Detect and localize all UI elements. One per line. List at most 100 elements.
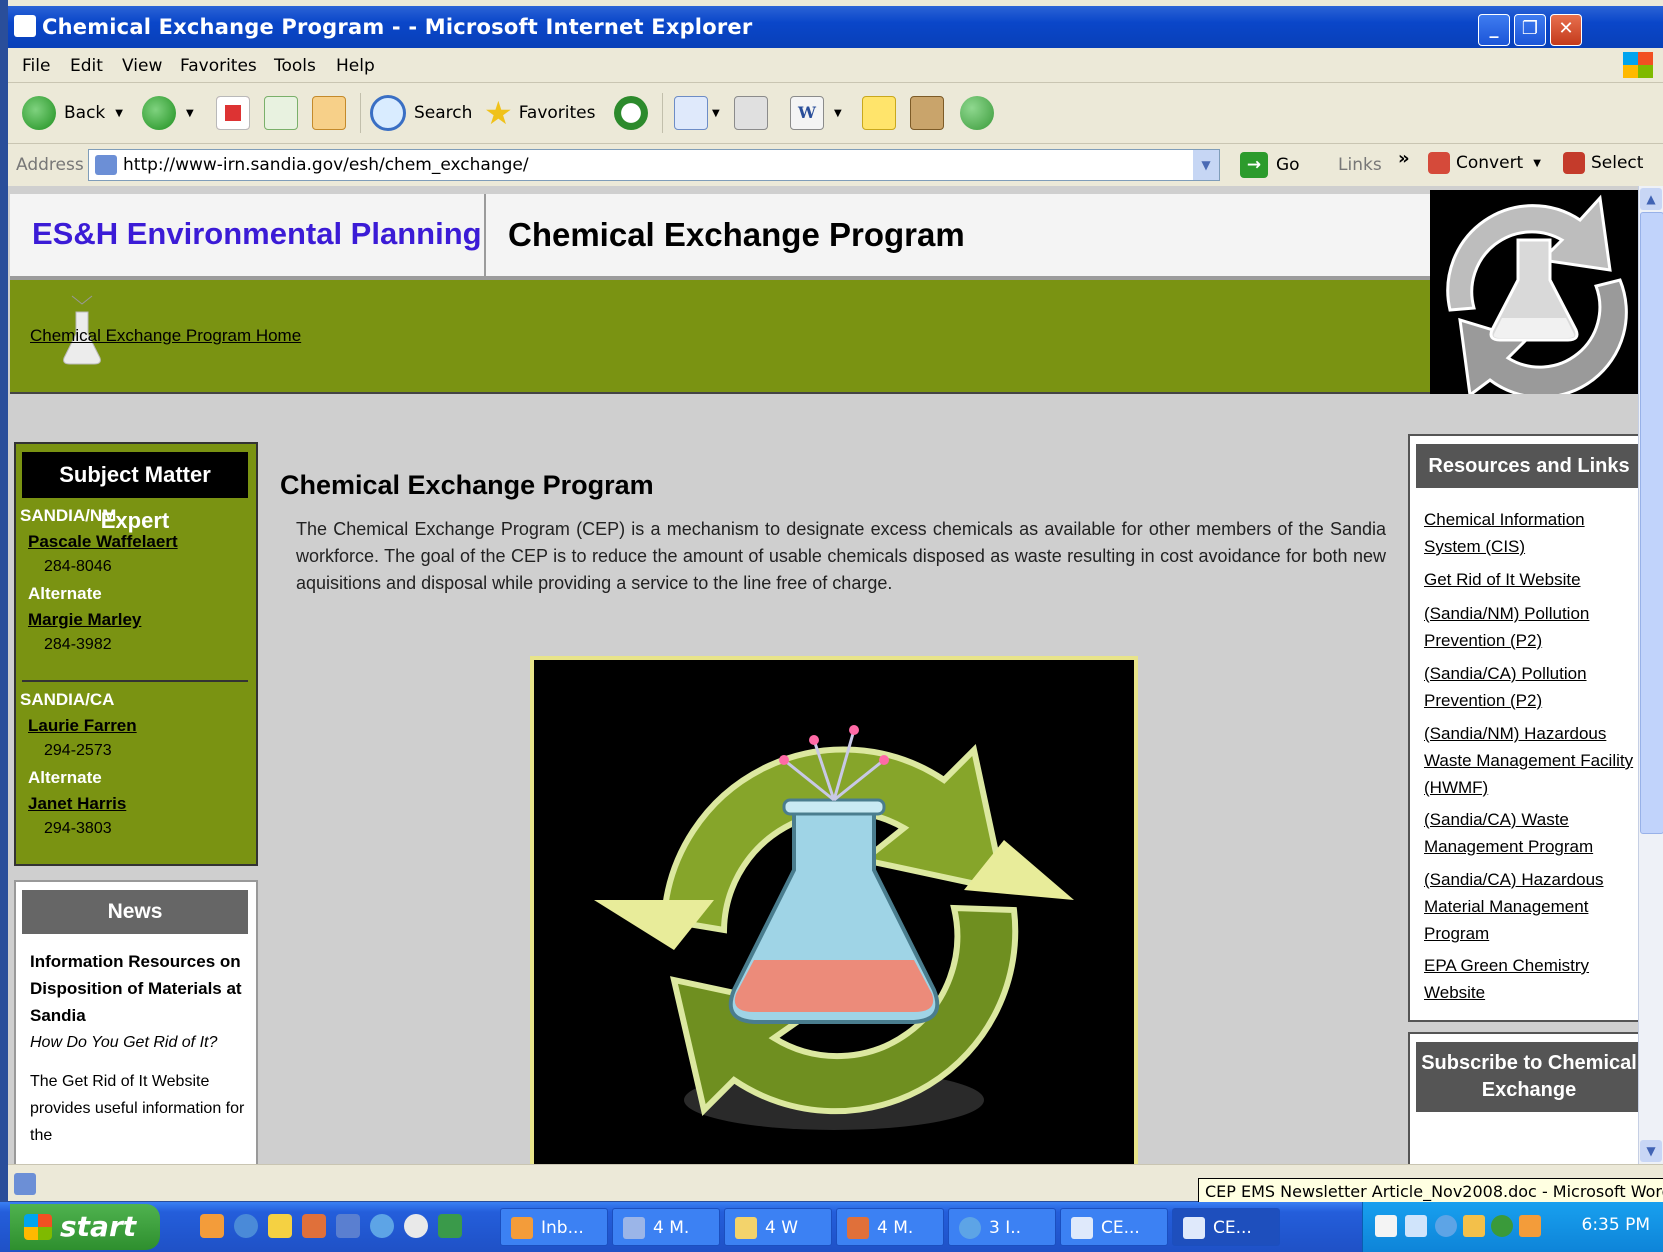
sme-nm-primary-phone: 284-8046 bbox=[44, 558, 112, 575]
sme-panel: Subject Matter Expert SANDIA/NM Pascale … bbox=[14, 442, 258, 866]
favorites-button[interactable]: ★ Favorites bbox=[484, 94, 596, 132]
taskbar-button-group-2[interactable]: 4 W bbox=[724, 1208, 832, 1246]
network-tray-icon[interactable] bbox=[1405, 1215, 1427, 1237]
search-button[interactable]: Search bbox=[370, 95, 472, 131]
intro-paragraph: The Chemical Exchange Program (CEP) is a… bbox=[296, 519, 1386, 593]
taskbar-button-ie-group[interactable]: 3 I.. bbox=[948, 1208, 1056, 1246]
ie-quicklaunch-icon[interactable] bbox=[234, 1214, 258, 1238]
mail-button[interactable]: ▼ bbox=[674, 95, 720, 131]
address-url[interactable]: http://www-irn.sandia.gov/esh/chem_excha… bbox=[123, 155, 529, 175]
menu-edit[interactable]: Edit bbox=[70, 56, 103, 76]
stop-button[interactable] bbox=[216, 95, 250, 131]
research-button[interactable] bbox=[910, 95, 944, 131]
print-icon bbox=[734, 96, 768, 130]
links-label[interactable]: Links bbox=[1338, 155, 1382, 175]
history-icon bbox=[614, 96, 648, 130]
discuss-button[interactable] bbox=[862, 95, 896, 131]
resource-link-ca-waste[interactable]: (Sandia/CA) Waste Management Program bbox=[1424, 806, 1634, 860]
menu-view[interactable]: View bbox=[122, 56, 162, 76]
vertical-scrollbar[interactable]: ▲ ▼ bbox=[1638, 186, 1663, 1164]
messenger-button[interactable] bbox=[960, 95, 994, 131]
select-button[interactable]: Select bbox=[1563, 152, 1643, 174]
ie-page-icon bbox=[14, 15, 36, 37]
calendar-quicklaunch-icon[interactable] bbox=[302, 1214, 326, 1238]
home-button[interactable] bbox=[312, 95, 346, 131]
sme-ca-alt-phone: 294-3803 bbox=[44, 820, 112, 837]
resource-link-nm-p2[interactable]: (Sandia/NM) Pollution Prevention (P2) bbox=[1424, 600, 1634, 654]
edit-word-button[interactable]: W ▼ bbox=[790, 95, 842, 131]
pdf-convert-icon bbox=[1428, 152, 1450, 174]
system-tray: 6:35 PM bbox=[1362, 1202, 1663, 1252]
subscribe-heading[interactable]: Subscribe to Chemical Exchange bbox=[1416, 1042, 1638, 1112]
select-label: Select bbox=[1591, 153, 1644, 173]
scroll-down-icon[interactable]: ▼ bbox=[1640, 1140, 1662, 1162]
mail-dropdown-icon[interactable]: ▼ bbox=[712, 108, 720, 119]
taskbar-button-ce-word[interactable]: CE... bbox=[1172, 1208, 1280, 1246]
lock-quicklaunch-icon[interactable] bbox=[268, 1214, 292, 1238]
home-icon bbox=[312, 96, 346, 130]
sme-nm-primary-link[interactable]: Pascale Waffelaert bbox=[28, 532, 178, 552]
security-tray-icon[interactable] bbox=[1463, 1215, 1485, 1237]
resource-link-ca-p2[interactable]: (Sandia/CA) Pollution Prevention (P2) bbox=[1424, 660, 1634, 714]
taskbar-button-inbox[interactable]: Inb... bbox=[500, 1208, 608, 1246]
menu-file[interactable]: File bbox=[22, 56, 50, 76]
clock[interactable]: 6:35 PM bbox=[1582, 1215, 1651, 1235]
restore-button[interactable]: ❐ bbox=[1514, 14, 1546, 46]
standard-toolbar: Back ▼ ▼ Search ★ Favorites ▼ W ▼ bbox=[8, 83, 1663, 144]
messenger-tray-icon[interactable] bbox=[1491, 1215, 1513, 1237]
help-tray-icon[interactable] bbox=[1375, 1215, 1397, 1237]
document-icon bbox=[1071, 1217, 1093, 1239]
sme-nm-alt-phone: 284-3982 bbox=[44, 636, 112, 653]
menu-help[interactable]: Help bbox=[336, 56, 375, 76]
outlook-tray-icon[interactable] bbox=[1519, 1215, 1541, 1237]
forward-button[interactable]: ▼ bbox=[142, 95, 194, 131]
taskbar-button-group-1[interactable]: 4 M. bbox=[612, 1208, 720, 1246]
close-button[interactable]: ✕ bbox=[1550, 14, 1582, 46]
resource-link-nm-hwmf[interactable]: (Sandia/NM) Hazardous Waste Management F… bbox=[1424, 720, 1634, 801]
messenger-icon bbox=[960, 96, 994, 130]
back-dropdown-icon[interactable]: ▼ bbox=[115, 108, 123, 119]
start-button[interactable]: start bbox=[10, 1204, 160, 1250]
resource-link-ca-hazmat[interactable]: (Sandia/CA) Hazardous Material Managemen… bbox=[1424, 866, 1634, 947]
tray-expand-icon[interactable] bbox=[1435, 1215, 1457, 1237]
sme-ca-primary-link[interactable]: Laurie Farren bbox=[28, 716, 137, 736]
convert-dropdown-icon[interactable]: ▼ bbox=[1533, 158, 1541, 169]
links-chevron-icon[interactable]: » bbox=[1398, 148, 1410, 169]
convert-button[interactable]: Convert ▼ bbox=[1428, 152, 1541, 174]
resource-link-get-rid-of-it[interactable]: Get Rid of It Website bbox=[1424, 566, 1634, 593]
menu-tools[interactable]: Tools bbox=[274, 56, 316, 76]
go-button[interactable]: → Go bbox=[1240, 152, 1300, 178]
scroll-up-icon[interactable]: ▲ bbox=[1640, 188, 1662, 210]
taskbar-button-label: CE... bbox=[1213, 1218, 1252, 1238]
minimize-button[interactable]: _ bbox=[1478, 14, 1510, 46]
sme-ca-alt-label: Alternate bbox=[28, 768, 102, 787]
history-button[interactable] bbox=[614, 95, 648, 131]
sme-nm-alt-link[interactable]: Margie Marley bbox=[28, 610, 141, 630]
address-dropdown-icon[interactable]: ▼ bbox=[1193, 150, 1219, 180]
news-question: How Do You Get Rid of It? bbox=[30, 1034, 218, 1051]
sme-ca-alt-link[interactable]: Janet Harris bbox=[28, 794, 126, 814]
title-bar[interactable]: Chemical Exchange Program - - Microsoft … bbox=[8, 6, 1663, 48]
taskbar-button-group-3[interactable]: 4 M. bbox=[836, 1208, 944, 1246]
forward-dropdown-icon[interactable]: ▼ bbox=[186, 108, 194, 119]
taskbar-button-ce-1[interactable]: CE... bbox=[1060, 1208, 1168, 1246]
media-quicklaunch-icon[interactable] bbox=[404, 1214, 428, 1238]
favorites-label: Favorites bbox=[518, 103, 596, 123]
news-title: Information Resources on Disposition of … bbox=[30, 952, 242, 1025]
home-link[interactable]: Chemical Exchange Program Home bbox=[30, 326, 301, 346]
resource-link-cis[interactable]: Chemical Information System (CIS) bbox=[1424, 506, 1634, 560]
edit-dropdown-icon[interactable]: ▼ bbox=[834, 108, 842, 119]
outlook-quicklaunch-icon[interactable] bbox=[200, 1214, 224, 1238]
menu-favorites[interactable]: Favorites bbox=[180, 56, 257, 76]
scroll-thumb[interactable] bbox=[1640, 212, 1663, 834]
address-bar: Address http://www-irn.sandia.gov/esh/ch… bbox=[8, 144, 1663, 187]
excel-quicklaunch-icon[interactable] bbox=[438, 1214, 462, 1238]
back-button[interactable]: Back ▼ bbox=[22, 95, 123, 131]
outlook-message-icon bbox=[847, 1217, 869, 1239]
print-button[interactable] bbox=[734, 95, 768, 131]
refresh-button[interactable] bbox=[264, 95, 298, 131]
word-quicklaunch-icon[interactable] bbox=[336, 1214, 360, 1238]
resource-link-epa-green[interactable]: EPA Green Chemistry Website bbox=[1424, 952, 1634, 1006]
browser-quicklaunch-icon[interactable] bbox=[370, 1214, 394, 1238]
address-input[interactable]: http://www-irn.sandia.gov/esh/chem_excha… bbox=[88, 149, 1220, 181]
